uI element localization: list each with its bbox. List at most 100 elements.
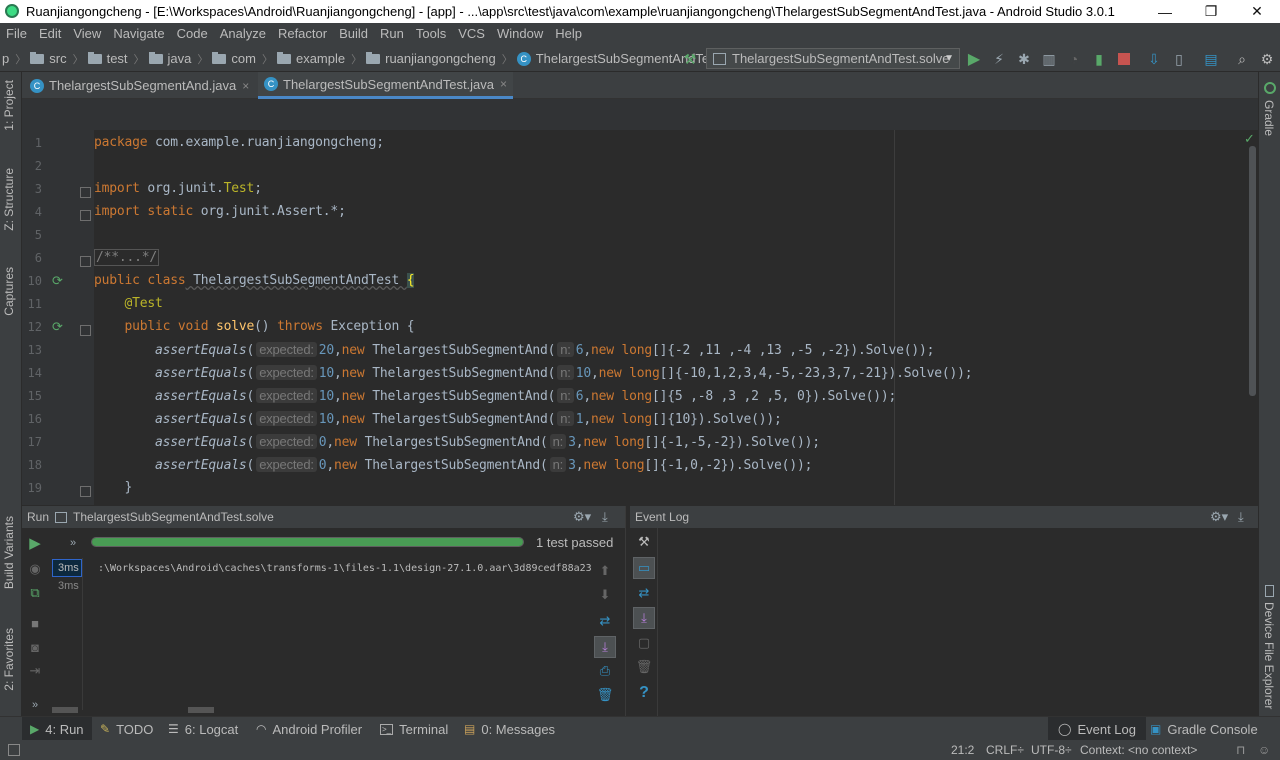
rerun-icon[interactable]: ▶ (26, 534, 44, 552)
close-tab-icon[interactable]: × (500, 77, 507, 91)
close-tab-icon[interactable]: × (242, 79, 249, 93)
event-settings-icon[interactable]: ⚒ (635, 533, 653, 551)
tool-tab-structure[interactable]: Z: Structure (2, 168, 16, 231)
mark-read-icon[interactable]: ▢ (635, 634, 653, 652)
breadcrumb-package[interactable]: ruanjiangongcheng 〉 (366, 51, 513, 67)
fold-marker[interactable] (80, 187, 91, 198)
test-timing-selected[interactable]: 3ms (52, 559, 82, 577)
print-icon[interactable]: ⎙ (596, 662, 614, 680)
menu-help[interactable]: Help (549, 23, 588, 45)
rerun-failed-icon[interactable]: ◉ (26, 560, 44, 578)
maximize-button[interactable]: ❐ (1188, 0, 1234, 23)
menu-vcs[interactable]: VCS (452, 23, 491, 45)
run-config-tab[interactable]: ThelargestSubSegmentAndTest.solve (73, 510, 274, 524)
tool-tab-favorites[interactable]: 2: Favorites (2, 628, 16, 691)
tool-button-event-log[interactable]: ◯ Event Log (1048, 717, 1146, 741)
tool-tab-device-file-explorer[interactable]: Device File Explorer (1262, 602, 1276, 709)
tool-windows-toggle-icon[interactable] (8, 744, 20, 756)
breadcrumb-lead[interactable]: p 〉 (2, 51, 26, 67)
project-structure-icon[interactable]: ▤ (1202, 50, 1220, 68)
tool-button-messages[interactable]: ▤ 0: Messages (464, 717, 555, 741)
panel-settings-icon[interactable]: ⚙▾ (1210, 509, 1228, 525)
breadcrumb-com[interactable]: com 〉 (212, 51, 273, 67)
tool-button-terminal[interactable]: >_ Terminal (380, 717, 448, 741)
menu-code[interactable]: Code (171, 23, 214, 45)
clear-all-icon[interactable]: 🗑 (596, 686, 614, 704)
test-timing[interactable]: 3ms (58, 580, 79, 592)
hide-panel-icon[interactable]: ⤓ (1238, 509, 1244, 525)
debug-icon[interactable]: ✱ (1015, 50, 1033, 68)
expand-more-icon[interactable]: » (64, 534, 82, 552)
tool-button-run[interactable]: ▶ 4: Run (22, 717, 92, 741)
menu-refactor[interactable]: Refactor (272, 23, 333, 45)
horizontal-scrollbar-thumb[interactable] (188, 707, 214, 713)
settings-icon[interactable]: ⚙ (1258, 50, 1276, 68)
help-icon[interactable]: ? (635, 684, 653, 702)
inspector-icon[interactable]: ☺ (1258, 743, 1270, 757)
apply-changes-icon[interactable]: ⚡ (990, 50, 1008, 68)
attach-debugger-icon[interactable]: ▮ (1090, 50, 1108, 68)
previous-occurrence-icon[interactable]: ⬆ (596, 562, 614, 580)
scroll-to-end-icon[interactable]: ⤓ (633, 607, 655, 629)
close-button[interactable]: ✕ (1234, 0, 1280, 23)
tab-thelargest-subsegment-and-test[interactable]: C ThelargestSubSegmentAndTest.java × (258, 72, 514, 99)
menu-file[interactable]: File (0, 23, 33, 45)
profile-icon[interactable]: ◔ (1065, 50, 1083, 68)
scroll-to-end-icon[interactable]: ⤓ (594, 636, 616, 658)
panel-settings-icon[interactable]: ⚙▾ (573, 509, 591, 525)
menu-edit[interactable]: Edit (33, 23, 67, 45)
tool-tab-build-variants[interactable]: Build Variants (2, 516, 16, 589)
breadcrumb-test[interactable]: test 〉 (87, 51, 145, 67)
tool-tab-gradle[interactable]: Gradle (1262, 100, 1276, 136)
next-occurrence-icon[interactable]: ⬇ (596, 586, 614, 604)
tool-button-todo[interactable]: ✎ TODO (100, 717, 153, 741)
stop-icon[interactable]: ■ (26, 614, 44, 632)
sync-gradle-icon[interactable]: ⇩ (1145, 50, 1163, 68)
run-test-class-gutter-icon[interactable]: ⟳ (52, 273, 63, 289)
toggle-auto-test-icon[interactable]: ⧉ (26, 584, 44, 602)
fold-marker[interactable] (80, 325, 91, 336)
file-encoding[interactable]: UTF-8÷ (1031, 743, 1072, 757)
tab-thelargest-subsegment-and[interactable]: C ThelargestSubSegmentAnd.java × (30, 72, 255, 99)
breadcrumb-java[interactable]: java 〉 (148, 51, 208, 67)
stop-icon[interactable] (1115, 50, 1133, 68)
coverage-icon[interactable]: ▥ (1040, 50, 1058, 68)
avd-manager-icon[interactable]: ▯ (1170, 50, 1188, 68)
horizontal-scrollbar[interactable] (52, 707, 78, 713)
tool-button-gradle-console[interactable]: ▣ Gradle Console (1150, 717, 1258, 741)
menu-navigate[interactable]: Navigate (107, 23, 170, 45)
run-test-method-gutter-icon[interactable]: ⟳ (52, 319, 63, 335)
tool-button-logcat[interactable]: ☰ 6: Logcat (168, 717, 238, 741)
soft-wrap-icon[interactable]: ⇄ (596, 612, 614, 630)
export-icon[interactable]: ⇥ (26, 662, 44, 680)
fold-marker[interactable] (80, 486, 91, 497)
fold-marker[interactable] (80, 210, 91, 221)
tool-tab-captures[interactable]: Captures (2, 267, 16, 316)
search-icon[interactable]: ⌕ (1233, 50, 1251, 68)
menu-run[interactable]: Run (374, 23, 410, 45)
menu-analyze[interactable]: Analyze (214, 23, 272, 45)
line-separator[interactable]: CRLF÷ (986, 743, 1024, 757)
breadcrumb-src[interactable]: src 〉 (30, 51, 84, 67)
lock-icon[interactable]: ⊓ (1236, 743, 1245, 757)
editor-vertical-scrollbar[interactable] (1249, 146, 1256, 396)
code-editor[interactable]: ✓ 1 2 3 4 5 6 10 11 12 13 14 15 16 17 18… (22, 99, 1258, 505)
run-configuration-select[interactable]: ThelargestSubSegmentAndTest.solve ▼ (706, 48, 960, 69)
tool-tab-project[interactable]: 1: Project (2, 80, 16, 131)
run-icon[interactable]: ▶ (965, 50, 983, 68)
clear-all-icon[interactable]: 🗑 (635, 658, 653, 676)
show-balloons-icon[interactable]: ▭ (633, 557, 655, 579)
fold-expand-marker[interactable] (80, 256, 91, 267)
context-indicator[interactable]: Context: <no context> (1080, 743, 1197, 757)
caret-position[interactable]: 21:2 (951, 743, 974, 757)
camera-icon[interactable]: ◙ (26, 638, 44, 656)
make-project-hammer-icon[interactable]: ⚒ (681, 50, 699, 68)
menu-view[interactable]: View (67, 23, 107, 45)
menu-tools[interactable]: Tools (410, 23, 452, 45)
minimize-button[interactable]: — (1142, 0, 1188, 23)
breadcrumb-example[interactable]: example 〉 (276, 51, 362, 67)
menu-build[interactable]: Build (333, 23, 374, 45)
menu-window[interactable]: Window (491, 23, 549, 45)
more-tools-icon[interactable]: » (26, 696, 44, 714)
soft-wrap-icon[interactable]: ⇄ (635, 584, 653, 602)
